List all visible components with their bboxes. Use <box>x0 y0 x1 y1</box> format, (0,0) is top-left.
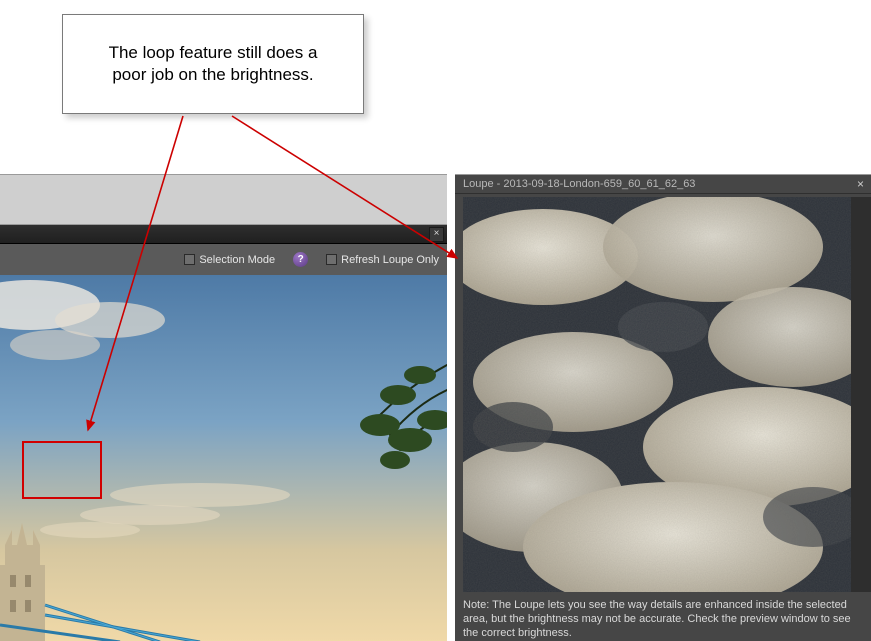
loupe-note-text: Note: The Loupe lets you see the way det… <box>463 595 851 640</box>
loupe-panel: Loupe - 2013-09-18-London-659_60_61_62_6… <box>455 174 871 641</box>
loupe-image <box>463 197 851 592</box>
refresh-loupe-toggle[interactable]: Refresh Loupe Only <box>326 254 439 266</box>
selection-mode-label: Selection Mode <box>199 254 275 266</box>
editor-close-button[interactable]: × <box>429 227 444 242</box>
refresh-loupe-label: Refresh Loupe Only <box>341 254 439 266</box>
editor-toolbar: Selection Mode ? Refresh Loupe Only <box>0 244 447 276</box>
editor-titlebar: × <box>0 225 447 244</box>
loupe-close-button[interactable]: × <box>854 178 867 191</box>
loupe-title: Loupe - 2013-09-18-London-659_60_61_62_6… <box>463 178 854 190</box>
loupe-titlebar: Loupe - 2013-09-18-London-659_60_61_62_6… <box>455 175 871 194</box>
editor-preview-image[interactable] <box>0 275 447 641</box>
selection-mode-toggle[interactable]: Selection Mode <box>184 254 275 266</box>
checkbox-icon <box>326 254 337 265</box>
checkbox-icon <box>184 254 195 265</box>
help-icon[interactable]: ? <box>293 252 308 267</box>
editor-outer-background <box>0 174 447 225</box>
editor-window: × Selection Mode ? Refresh Loupe Only <box>0 224 447 641</box>
annotation-callout-text: The loop feature still does a poor job o… <box>91 42 335 86</box>
loupe-right-gutter <box>851 197 871 592</box>
loupe-selection-rectangle[interactable] <box>22 441 102 499</box>
annotation-callout: The loop feature still does a poor job o… <box>62 14 364 114</box>
